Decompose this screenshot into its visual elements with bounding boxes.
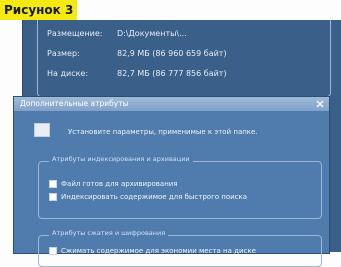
compress-group-title: Атрибуты сжатия и шифрования	[49, 229, 169, 237]
dialog-titlebar: Дополнительные атрибуты	[14, 97, 329, 111]
size-on-disk-value: 82,7 МБ (86 777 856 байт)	[117, 69, 227, 78]
index-checkbox[interactable]	[49, 193, 57, 201]
compress-option-label: Сжимать содержимое для экономии места на…	[61, 247, 256, 255]
archive-group-title: Атрибуты индексирования и архивации	[49, 155, 193, 163]
size-row: Размер: 82,9 МБ (86 960 659 байт)	[47, 49, 227, 58]
archive-option-label: Файл готов для архивирования	[61, 180, 178, 188]
figure-caption: Рисунок 3	[0, 0, 78, 20]
archive-index-group: Атрибуты индексирования и архивации Файл…	[38, 155, 322, 219]
location-row: Размещение: D:\Документы\...	[47, 29, 187, 38]
archive-checkbox[interactable]	[49, 180, 57, 188]
dialog-title: Дополнительные атрибуты	[20, 99, 129, 108]
archive-option[interactable]: Файл готов для архивирования	[49, 180, 178, 188]
size-on-disk-label: На диске:	[47, 69, 89, 78]
dialog-instruction: Установите параметры, применимые к этой …	[68, 128, 258, 136]
advanced-attributes-dialog: Дополнительные атрибуты Установите парам…	[13, 96, 330, 267]
index-option[interactable]: Индексировать содержимое для быстрого по…	[49, 193, 247, 201]
index-option-label: Индексировать содержимое для быстрого по…	[61, 193, 248, 201]
compress-option[interactable]: Сжимать содержимое для экономии места на…	[49, 247, 256, 255]
location-value: D:\Документы\...	[117, 29, 187, 38]
location-label: Размещение:	[47, 29, 103, 38]
folder-icon	[34, 123, 50, 137]
compress-checkbox[interactable]	[49, 247, 57, 255]
close-icon[interactable]	[315, 99, 325, 109]
size-label: Размер:	[47, 49, 80, 58]
compress-encrypt-group: Атрибуты сжатия и шифрования Сжимать сод…	[38, 229, 322, 267]
size-on-disk-row: На диске: 82,7 МБ (86 777 856 байт)	[47, 69, 227, 78]
size-value: 82,9 МБ (86 960 659 байт)	[117, 49, 227, 58]
